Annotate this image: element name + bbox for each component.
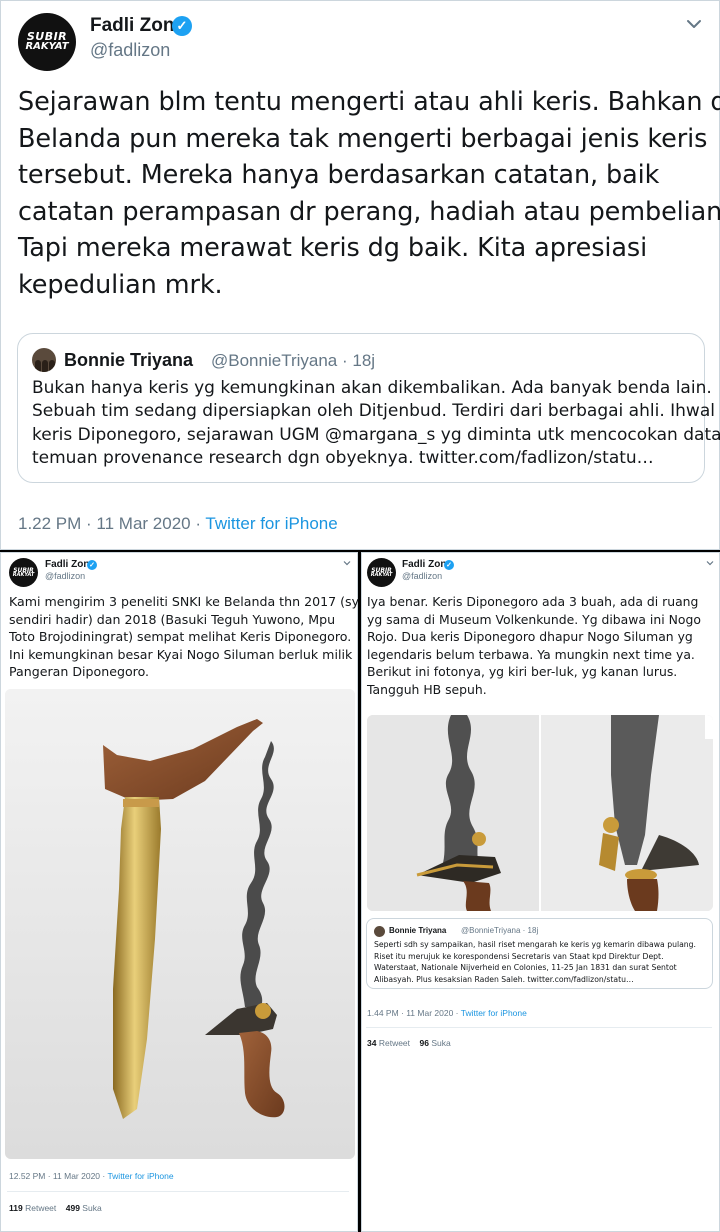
quoted-text: Bukan hanya keris yg kemungkinan akan di… [32,377,720,471]
tweet-stats: 119 Retweet 499 Suka [9,1203,102,1213]
tweet-text-line: Tangguh HB sepuh. [367,681,487,697]
tweet-meta: 12.52 PM · 11 Mar 2020 · Twitter for iPh… [9,1171,174,1181]
chevron-down-icon[interactable] [705,558,715,568]
tweet-text-line: Iya benar. Keris Diponegoro ada 3 buah, … [367,594,699,609]
tweet-source-link[interactable]: Twitter for iPhone [107,1171,173,1181]
like-count-value: 96 [419,1038,429,1048]
keris-photo-right[interactable] [541,715,713,911]
tweet-text-line: Pangeran Diponegoro. [9,664,150,679]
tweet-timestamp[interactable]: 1.44 PM · 11 Mar 2020 · [367,1008,461,1018]
keris-photo[interactable] [5,689,355,1159]
verified-badge-icon: ✓ [87,560,97,570]
tweet-text-line: Toto Brojodiningrat) sempat melihat Keri… [9,629,352,644]
retweet-count-value: 34 [367,1038,377,1048]
tweet-text-line: Ini kemungkinan besar Kyai Nogo Siluman … [9,646,353,662]
quoted-text-line: Bukan hanya keris yg kemungkinan akan di… [32,378,712,398]
quoted-author-handle: @BonnieTriyana [211,351,338,370]
quoted-author-meta: @BonnieTriyana · 18j [461,926,538,935]
tweet-stats: 34 Retweet 96 Suka [367,1038,451,1048]
tweet-text-line: Belanda pun mereka tak mengerti berbagai… [18,123,708,154]
retweet-count[interactable]: 34 Retweet [367,1038,410,1048]
tweet-text-line: tersebut. Mereka hanya berdasarkan catat… [18,160,660,191]
chevron-down-icon[interactable] [683,13,705,35]
quoted-tweet[interactable]: Bonnie Triyana @BonnieTriyana · 18j Sepe… [366,918,713,989]
like-count[interactable]: 96 Suka [419,1038,450,1048]
quoted-author-name: Bonnie Triyana [389,926,447,935]
tweet-text-line: legendaris belum terbawa. Ya mungkin nex… [367,646,695,662]
divider [7,1191,349,1192]
like-label: Suka [82,1203,102,1213]
keris-photo-left[interactable] [367,715,539,911]
retweet-label: Retweet [25,1203,57,1213]
author-name[interactable]: Fadli Zon [45,559,89,570]
retweet-count-value: 119 [9,1203,23,1213]
tweet-text: Kami mengirim 3 peneliti SNKI ke Belanda… [9,593,360,681]
author-handle[interactable]: @fadlizon [402,571,442,581]
like-count-value: 499 [65,1203,80,1213]
quoted-text-line: Waterstaat, Nationale Nijverheid en Colo… [374,963,677,973]
retweet-label: Retweet [378,1038,411,1048]
quoted-text-line: Alibasyah. Plus kesaksian Raden Saleh. t… [374,974,634,984]
tweet-source-link[interactable]: Twitter for iPhone [461,1008,527,1018]
main-tweet: SUBIR RAKYAT Fadli Zon ✓ @fadlizon Sejar… [0,0,720,550]
tweet-text: Iya benar. Keris Diponegoro ada 3 buah, … [367,593,717,698]
keris-photo-image [5,689,355,1159]
tweet-timestamp[interactable]: 1.22 PM · 11 Mar 2020 · [18,514,205,533]
quoted-age: · 18j [522,926,539,935]
right-tweet: SUBIR RAKYAT Fadli Zon ✓ @fadlizon Iya b… [361,552,720,1232]
author-handle[interactable]: @fadlizon [90,40,170,61]
quoted-tweet[interactable]: Bonnie Triyana @BonnieTriyana · 18j Buka… [17,333,720,483]
tweet-text-line: yg sama di Museum Volkenkunde. Yg dibawa… [367,611,701,627]
tweet-text-line: Berikut ini fotonya, yg kiri ber-luk, yg… [367,664,678,679]
like-count[interactable]: 499 Suka [66,1203,102,1213]
quoted-text: Seperti sdh sy sampaikan, hasil riset me… [374,939,710,985]
retweet-count[interactable]: 119 Retweet [9,1203,56,1213]
chevron-down-icon[interactable] [342,558,352,568]
keris-photo-right-image [541,715,713,911]
avatar-text-line-2: RAKYAT [12,571,35,578]
tweet-source-link[interactable]: Twitter for iPhone [205,514,337,533]
tweet-timestamp[interactable]: 12.52 PM · 11 Mar 2020 · [9,1171,107,1181]
tweet-meta: 1.44 PM · 11 Mar 2020 · Twitter for iPho… [367,1008,527,1018]
tweet-meta: 1.22 PM · 11 Mar 2020 · Twitter for iPho… [18,514,338,534]
tweet-text: Sejarawan blm tentu mengerti atau ahli k… [18,84,720,304]
divider [366,1027,712,1028]
quoted-age: · 18j [341,351,376,370]
quoted-author-meta: @BonnieTriyana · 18j [211,351,375,371]
tweet-text-line: Kami mengirim 3 peneliti SNKI ke Belanda… [9,594,360,609]
tweet-text-line: Tapi mereka merawat keris dg baik. Kita … [18,233,648,264]
quoted-text-line: Seperti sdh sy sampaikan, hasil riset me… [374,940,696,949]
verified-badge-icon: ✓ [172,16,192,36]
tweet-text-line: sendiri hadir) dan 2018 (Basuki Teguh Yu… [9,611,336,627]
author-handle[interactable]: @fadlizon [45,571,85,581]
quoted-author-avatar [32,348,56,372]
tweet-text-line: Rojo. Dua keris Diponegoro dhapur Nogo S… [367,629,693,644]
like-label: Suka [431,1038,451,1048]
quoted-text-line: Sebuah tim sedang dipersiapkan oleh Ditj… [32,401,715,422]
quoted-author-avatar [374,926,385,937]
author-name[interactable]: Fadli Zon [90,15,174,37]
quoted-text-line: temuan provenance research dgn obyeknya.… [32,448,654,469]
quoted-author-name: Bonnie Triyana [64,350,194,370]
left-tweet: SUBIR RAKYAT Fadli Zon ✓ @fadlizon Kami … [0,552,360,1232]
author-avatar[interactable]: SUBIR RAKYAT [367,558,396,587]
quoted-author-handle: @BonnieTriyana [461,926,521,935]
avatar-text-line-2: RAKYAT [370,571,393,578]
quoted-text-line: Riset itu merujuk ke korespondensi Secre… [374,951,664,961]
keris-photo-left-image [367,715,539,911]
verified-badge-icon: ✓ [444,560,454,570]
author-avatar[interactable]: SUBIR RAKYAT [18,13,76,71]
tweet-text-line: Sejarawan blm tentu mengerti atau ahli k… [18,87,720,117]
quoted-text-line: keris Diponegoro, sejarawan UGM @margana… [32,424,720,445]
author-avatar[interactable]: SUBIR RAKYAT [9,558,38,587]
author-name[interactable]: Fadli Zon [402,559,446,570]
tweet-text-line: kepedulian mrk. [18,269,223,300]
tweet-text-line: catatan perampasan dr perang, hadiah ata… [18,196,720,227]
avatar-text-line-2: RAKYAT [25,41,69,53]
